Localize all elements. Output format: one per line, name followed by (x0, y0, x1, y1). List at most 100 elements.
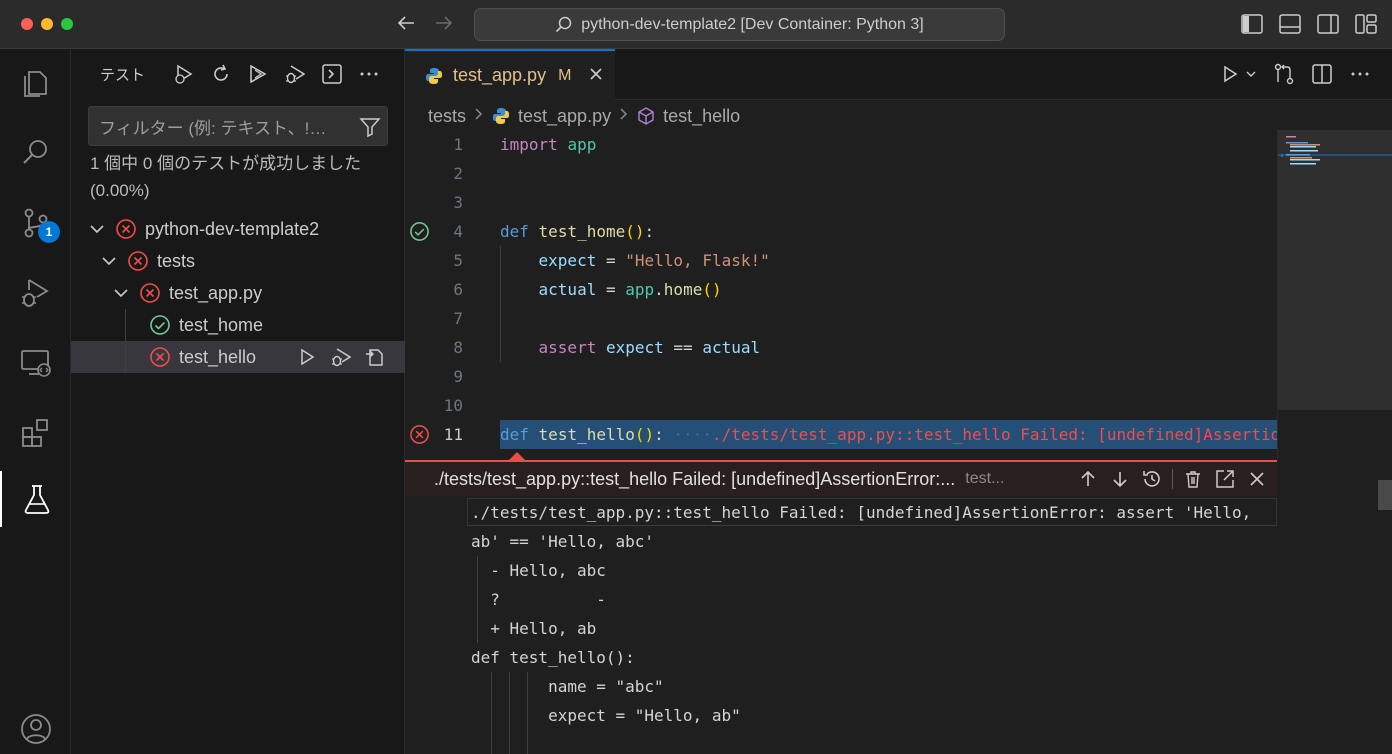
run-debug-icon[interactable] (0, 265, 71, 321)
refresh-tests-icon[interactable] (208, 61, 233, 86)
explorer-icon[interactable] (0, 55, 71, 111)
peek-scroll-area (1277, 460, 1392, 754)
debug-test-icon[interactable] (329, 345, 353, 369)
history-icon[interactable] (1140, 467, 1164, 491)
tree-item-label: test_app.py (169, 282, 263, 303)
code-editor[interactable]: 1 import app 2 3 4 def test_home(): 5 ex… (405, 130, 1309, 460)
breadcrumb-item[interactable]: test_hello (663, 106, 740, 127)
tab-test-app-py[interactable]: test_app.py M (405, 49, 615, 100)
source-control-icon[interactable]: 1 (0, 195, 71, 251)
chevron-down-icon[interactable] (101, 253, 117, 269)
code-line: 9 (405, 362, 1277, 391)
code-line: 3 (405, 188, 1277, 217)
back-arrow-icon[interactable] (394, 12, 418, 36)
tab-bar: test_app.py M (405, 49, 1392, 100)
breadcrumb-item[interactable]: tests (428, 106, 466, 127)
go-to-test-icon[interactable] (363, 345, 387, 369)
message-line: ? - (471, 590, 606, 609)
more-actions-icon[interactable] (356, 61, 381, 86)
tree-item-label: tests (157, 250, 196, 271)
close-icon[interactable] (1245, 467, 1269, 491)
chevron-right-icon (474, 107, 484, 126)
run-tests-icon[interactable] (171, 61, 196, 86)
tree-item-tests[interactable]: tests (71, 245, 405, 277)
symbol-method-icon (638, 107, 654, 125)
split-editor-icon[interactable] (1310, 62, 1334, 86)
line-number: 3 (453, 193, 463, 212)
extensions-icon[interactable] (0, 405, 71, 461)
breadcrumb: tests test_app.py test_hello (428, 103, 740, 129)
toggle-panel-icon[interactable] (1278, 13, 1302, 35)
chevron-down-icon[interactable] (113, 285, 129, 301)
open-in-editor-icon[interactable] (1213, 467, 1237, 491)
command-center[interactable]: python-dev-template2 [Dev Container: Pyt… (474, 8, 1005, 41)
line-number: 10 (443, 396, 463, 415)
separator (1172, 469, 1173, 489)
line-number: 1 (453, 135, 463, 154)
test-summary: 1 個中 0 個のテストが成功しました (0.00%) (90, 154, 362, 200)
minimap[interactable] (1277, 130, 1392, 460)
chevron-down-icon[interactable] (1244, 62, 1258, 86)
show-output-icon[interactable] (319, 61, 344, 86)
run-test-icon[interactable] (295, 345, 319, 369)
minimize-window-button[interactable] (41, 18, 53, 30)
search-icon[interactable] (0, 125, 71, 181)
tree-item-label: python-dev-template2 (145, 218, 320, 239)
scrollbar-thumb[interactable] (1378, 480, 1392, 510)
test-failed-icon (140, 283, 160, 303)
title-bar: python-dev-template2 [Dev Container: Pyt… (0, 0, 1392, 49)
indent-guide (500, 304, 501, 333)
code-text: assert expect == actual (538, 338, 761, 357)
activity-bar: 1 (0, 49, 71, 754)
message-line: ./tests/test_app.py::test_hello Failed: … (471, 503, 1252, 522)
accounts-icon[interactable] (0, 701, 71, 754)
source-control-badge: 1 (38, 221, 60, 243)
line-number: 11 (443, 425, 463, 444)
message-line: + Hello, ab (471, 619, 597, 638)
arrow-up-icon[interactable] (1076, 467, 1100, 491)
code-line: 6 actual = app.home() (405, 275, 1277, 304)
run-all-tests-icon[interactable] (245, 61, 270, 86)
arrow-down-icon[interactable] (1108, 467, 1132, 491)
maximize-window-button[interactable] (61, 18, 73, 30)
test-filter-input[interactable]: フィルター (例: テキスト、!… (88, 106, 388, 146)
chevron-down-icon[interactable] (89, 221, 105, 237)
filter-icon[interactable] (359, 116, 381, 143)
test-passed-icon (150, 315, 170, 335)
customize-layout-icon[interactable] (1354, 13, 1378, 35)
more-actions-icon[interactable] (1348, 62, 1372, 86)
test-failed-icon (150, 347, 170, 367)
tree-item-test-hello[interactable]: test_hello (71, 341, 405, 373)
toggle-primary-sidebar-icon[interactable] (1240, 13, 1264, 35)
tree-item-python-dev-template2[interactable]: python-dev-template2 (71, 213, 405, 245)
forward-arrow-icon[interactable] (432, 12, 456, 36)
toggle-secondary-sidebar-icon[interactable] (1316, 13, 1340, 35)
peek-subtitle: test... (965, 470, 1005, 487)
code-text: import app (500, 135, 597, 154)
close-window-button[interactable] (21, 18, 33, 30)
line-number: 2 (453, 164, 463, 183)
inline-test-error: ./tests/test_app.py::test_hello Failed: … (711, 425, 1310, 444)
tab-label: test_app.py (453, 65, 547, 85)
debug-all-tests-icon[interactable] (282, 61, 307, 86)
line-number: 7 (453, 309, 463, 328)
message-line: def test_hello(): (471, 648, 635, 667)
testing-icon[interactable] (0, 471, 71, 527)
message-line: name = "abc" (471, 677, 664, 696)
breadcrumb-item[interactable]: test_app.py (518, 106, 611, 127)
tree-item-test-app-py[interactable]: test_app.py (71, 277, 405, 309)
test-passed-icon[interactable] (409, 221, 430, 242)
close-icon[interactable] (589, 65, 603, 86)
tree-item-test-home[interactable]: test_home (71, 309, 405, 341)
search-icon (556, 16, 572, 32)
run-python-file-icon[interactable] (1218, 62, 1242, 86)
tree-item-label: test_home (179, 314, 264, 335)
testing-sidebar: テスト フィルター (例: テキスト、!… 1 個中 0 個のテストが成功しまし… (71, 49, 405, 754)
open-changes-icon[interactable] (1272, 62, 1296, 86)
line-number: 4 (453, 222, 463, 241)
remote-explorer-icon[interactable] (0, 335, 71, 391)
trash-icon[interactable] (1181, 467, 1205, 491)
message-line: expect = "Hello, ab" (471, 706, 741, 725)
test-failed-icon[interactable] (409, 424, 430, 445)
sidebar-title: テスト (100, 67, 146, 84)
